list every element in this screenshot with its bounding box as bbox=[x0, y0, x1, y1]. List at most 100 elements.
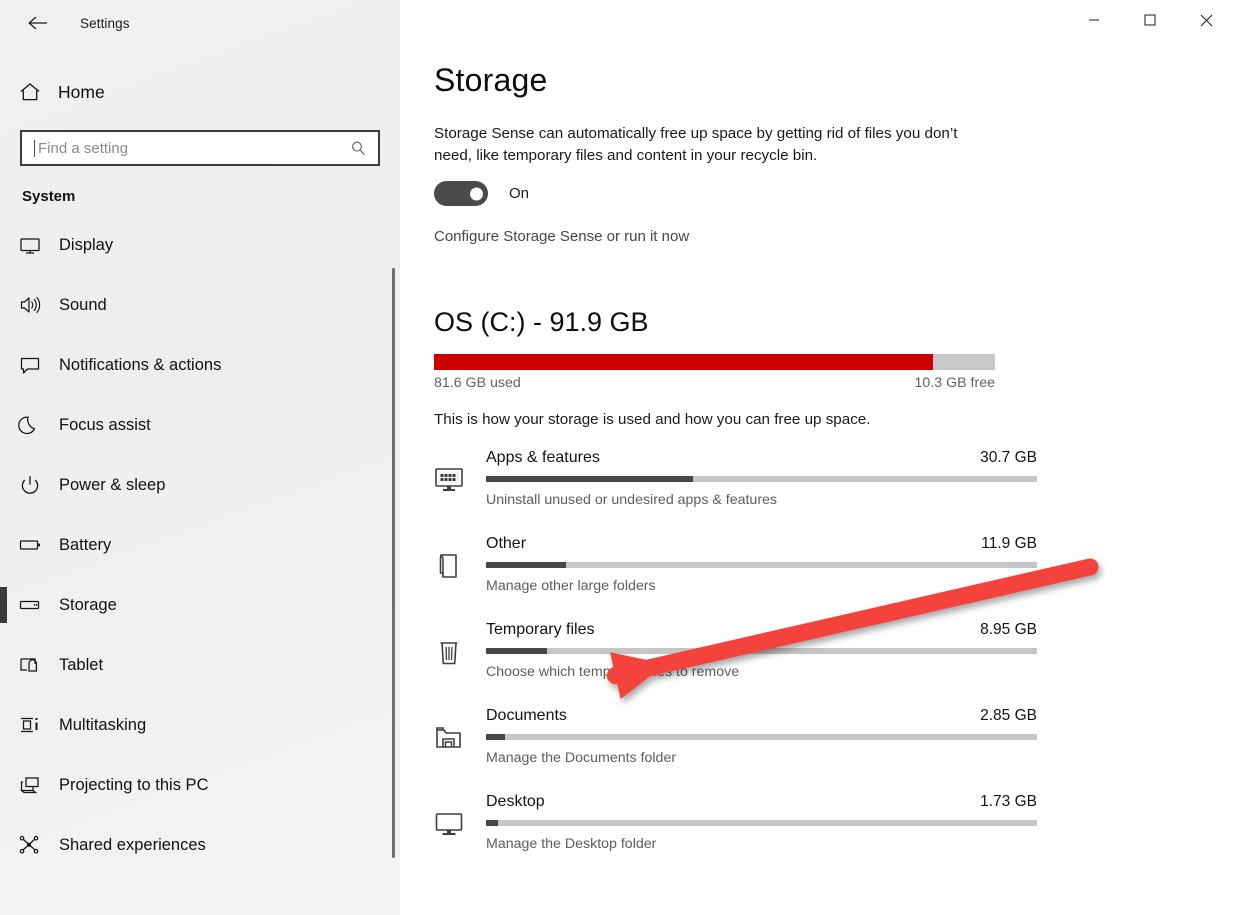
storage-category-temporary-files[interactable]: Temporary files 8.95 GB Choose which tem… bbox=[434, 618, 1234, 704]
category-size: 30.7 GB bbox=[980, 449, 1037, 466]
category-name: Apps & features bbox=[486, 449, 600, 466]
sidebar-item-power-sleep[interactable]: Power & sleep bbox=[0, 455, 400, 515]
category-subtitle: Uninstall unused or undesired apps & fea… bbox=[486, 492, 778, 508]
storage-category-list: Apps & features 30.7 GB Uninstall unused… bbox=[434, 446, 1234, 876]
page-title: Storage bbox=[434, 62, 548, 98]
storage-usage-hint: This is how your storage is used and how… bbox=[434, 411, 871, 428]
drive-used-label: 81.6 GB used bbox=[434, 375, 521, 391]
minimize-icon[interactable] bbox=[1066, 0, 1122, 40]
chat-bubble-icon bbox=[18, 354, 56, 376]
category-size: 8.95 GB bbox=[980, 621, 1037, 638]
tablet-touch-icon bbox=[18, 654, 56, 676]
sidebar-scrollbar[interactable] bbox=[392, 268, 395, 858]
sidebar-item-label: Multitasking bbox=[59, 715, 147, 734]
documents-folder-icon bbox=[434, 704, 486, 752]
text-caret bbox=[34, 139, 35, 157]
category-bar bbox=[486, 562, 1037, 568]
configure-storage-sense-link[interactable]: Configure Storage Sense or run it now bbox=[434, 228, 689, 245]
category-bar bbox=[486, 820, 1037, 826]
category-body: Apps & features 30.7 GB Uninstall unused… bbox=[486, 446, 1234, 508]
storage-sense-description: Storage Sense can automatically free up … bbox=[434, 125, 958, 164]
apps-monitor-icon bbox=[434, 446, 486, 494]
battery-icon bbox=[18, 534, 56, 556]
home-icon bbox=[18, 81, 56, 103]
category-bar-fill bbox=[486, 476, 693, 482]
moon-icon bbox=[18, 414, 56, 436]
drive-usage-fill bbox=[434, 354, 934, 370]
category-bar-fill bbox=[486, 734, 506, 740]
window-controls bbox=[1066, 0, 1234, 40]
category-body: Documents 2.85 GB Manage the Documents f… bbox=[486, 704, 1234, 766]
category-bar-fill bbox=[486, 562, 566, 568]
sidebar-item-projecting[interactable]: Projecting to this PC bbox=[0, 755, 400, 815]
category-bar-fill bbox=[486, 820, 499, 826]
storage-category-other[interactable]: Other 11.9 GB Manage other large folders bbox=[434, 532, 1234, 618]
trash-bin-icon bbox=[434, 618, 486, 668]
category-subtitle: Choose which temporary files to remove bbox=[486, 664, 740, 680]
sidebar-item-display[interactable]: Display bbox=[0, 215, 400, 275]
close-icon[interactable] bbox=[1178, 0, 1234, 40]
multitask-icon bbox=[18, 714, 56, 736]
category-body: Other 11.9 GB Manage other large folders bbox=[486, 532, 1234, 594]
storage-page: Storage Storage Sense can automatically … bbox=[400, 0, 1234, 876]
sidebar-item-battery[interactable]: Battery bbox=[0, 515, 400, 575]
category-name: Temporary files bbox=[486, 621, 595, 638]
category-size: 2.85 GB bbox=[980, 707, 1037, 724]
maximize-icon[interactable] bbox=[1122, 0, 1178, 40]
page-folder-icon bbox=[434, 532, 486, 582]
sidebar-item-label: Tablet bbox=[59, 655, 104, 674]
category-bar bbox=[486, 648, 1037, 654]
category-body: Desktop 1.73 GB Manage the Desktop folde… bbox=[486, 790, 1234, 852]
category-bar-fill bbox=[486, 648, 547, 654]
category-subtitle: Manage the Desktop folder bbox=[486, 836, 657, 852]
drive-free-label: 10.3 GB free bbox=[914, 375, 995, 391]
category-bar bbox=[486, 734, 1037, 740]
storage-category-desktop[interactable]: Desktop 1.73 GB Manage the Desktop folde… bbox=[434, 790, 1234, 876]
speaker-icon bbox=[18, 294, 56, 316]
storage-sense-toggle[interactable] bbox=[434, 181, 488, 206]
sidebar: Settings Home Find a setting System Disp… bbox=[0, 0, 400, 915]
storage-sense-toggle-row: On bbox=[434, 181, 1234, 206]
share-nodes-icon bbox=[18, 834, 56, 856]
power-icon bbox=[18, 474, 56, 496]
search-box[interactable] bbox=[20, 130, 380, 166]
category-body: Temporary files 8.95 GB Choose which tem… bbox=[486, 618, 1234, 680]
sidebar-item-home[interactable]: Home bbox=[0, 68, 400, 116]
drive-icon bbox=[18, 594, 56, 616]
desktop-monitor-icon bbox=[434, 790, 486, 838]
drive-legend: 81.6 GB used 10.3 GB free bbox=[434, 375, 995, 391]
back-arrow-icon[interactable] bbox=[18, 7, 58, 39]
sidebar-item-label: Notifications & actions bbox=[59, 355, 222, 374]
category-bar bbox=[486, 476, 1037, 482]
app-title: Settings bbox=[80, 15, 130, 31]
sidebar-item-multitasking[interactable]: Multitasking bbox=[0, 695, 400, 755]
sidebar-item-label: Battery bbox=[59, 535, 112, 554]
sidebar-item-storage[interactable]: Storage bbox=[0, 575, 400, 635]
storage-category-apps[interactable]: Apps & features 30.7 GB Uninstall unused… bbox=[434, 446, 1234, 532]
sidebar-item-label: Power & sleep bbox=[59, 475, 166, 494]
toggle-knob bbox=[470, 187, 483, 200]
sidebar-item-notifications[interactable]: Notifications & actions bbox=[0, 335, 400, 395]
sidebar-titlebar: Settings bbox=[0, 0, 400, 46]
category-name: Documents bbox=[486, 707, 567, 724]
drive-title: OS (C:) - 91.9 GB bbox=[434, 307, 649, 337]
settings-window: Settings Home Find a setting System Disp… bbox=[0, 0, 1234, 915]
sidebar-item-label: Display bbox=[59, 235, 114, 254]
category-size: 1.73 GB bbox=[980, 793, 1037, 810]
sidebar-item-sound[interactable]: Sound bbox=[0, 275, 400, 335]
category-name: Other bbox=[486, 535, 527, 552]
storage-category-documents[interactable]: Documents 2.85 GB Manage the Documents f… bbox=[434, 704, 1234, 790]
sidebar-item-label-home: Home bbox=[58, 81, 105, 102]
sidebar-item-shared-experiences[interactable]: Shared experiences bbox=[0, 815, 400, 875]
search-icon[interactable] bbox=[348, 140, 368, 157]
sidebar-group-title: System bbox=[22, 188, 76, 205]
sidebar-item-tablet[interactable]: Tablet bbox=[0, 635, 400, 695]
category-subtitle: Manage other large folders bbox=[486, 578, 656, 594]
search-input[interactable] bbox=[36, 139, 348, 157]
category-subtitle: Manage the Documents folder bbox=[486, 750, 677, 766]
drive-usage-bar bbox=[434, 354, 995, 370]
sidebar-item-focus-assist[interactable]: Focus assist bbox=[0, 395, 400, 455]
main-content: Storage Storage Sense can automatically … bbox=[400, 0, 1234, 915]
toggle-state-label: On bbox=[509, 185, 530, 202]
category-size: 11.9 GB bbox=[981, 535, 1037, 552]
